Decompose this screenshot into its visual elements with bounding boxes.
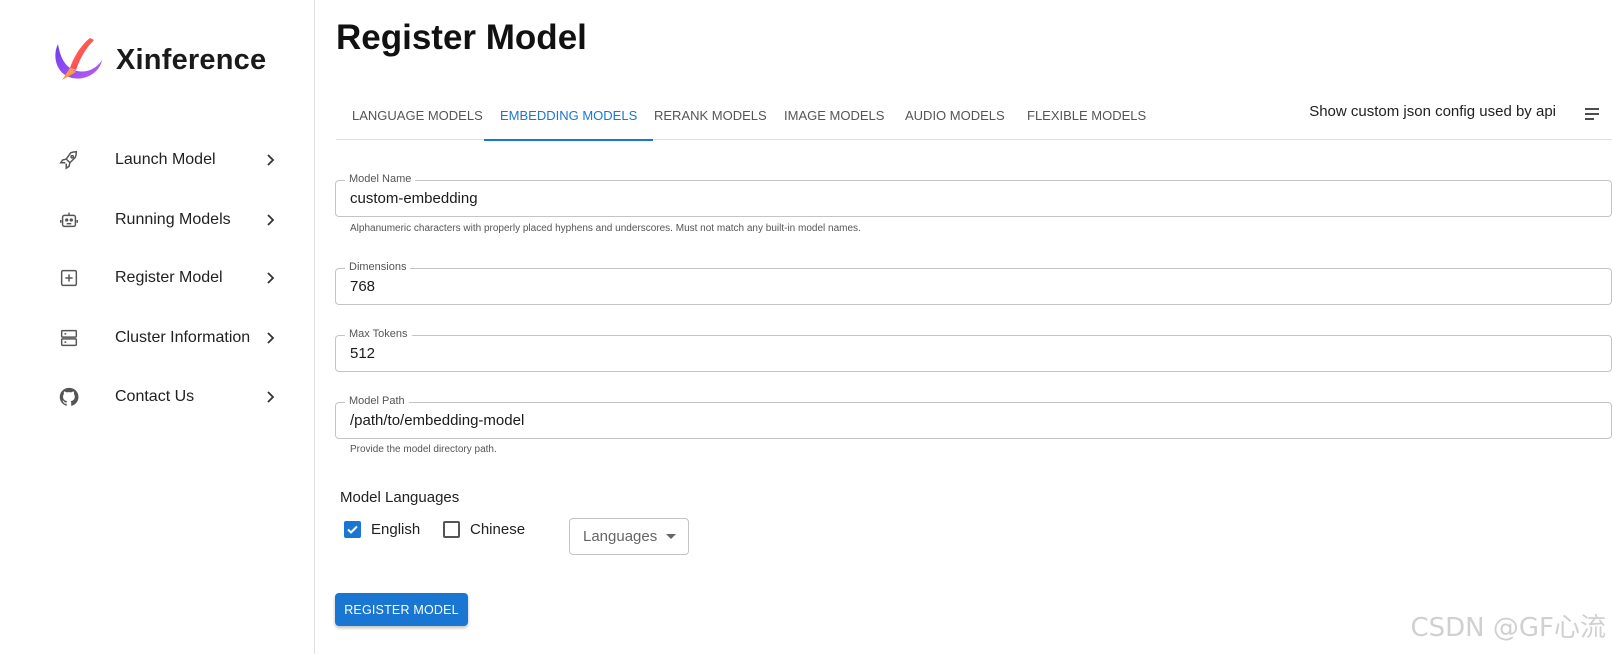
main-content: Register Model LANGUAGE MODELS EMBEDDING… [316,0,1614,654]
sidebar-item-label: Register Model [115,269,223,286]
sidebar: Xinference Launch Model Running Models R… [0,0,315,654]
chevron-right-icon [267,391,275,403]
sidebar-item-cluster-information[interactable]: Cluster Information [0,308,315,368]
checkbox-checked-icon[interactable] [344,521,361,538]
sidebar-item-running-models[interactable]: Running Models [0,190,315,250]
chevron-right-icon [267,272,275,284]
register-model-button[interactable]: REGISTER MODEL [335,593,468,626]
server-icon [60,329,78,347]
dimensions-field: Dimensions [335,261,1612,305]
chevron-right-icon [267,154,275,166]
model-path-field: Model Path [335,395,1612,439]
tab-flexible-models[interactable]: FLEXIBLE MODELS [1011,92,1162,140]
chevron-right-icon [267,332,275,344]
show-json-config-toggle[interactable]: Show custom json config used by api [1309,92,1556,140]
checkbox-unchecked-icon[interactable] [443,521,460,538]
sidebar-item-label: Running Models [115,211,231,228]
model-path-input[interactable] [350,403,1597,438]
languages-select[interactable]: Languages [569,518,689,555]
brand-name: Xinference [116,43,267,76]
model-languages-label: Model Languages [340,489,460,506]
sidebar-item-register-model[interactable]: Register Model [0,248,315,308]
page-title: Register Model [336,18,587,57]
xinference-logo-icon [55,38,102,80]
tab-audio-models[interactable]: AUDIO MODELS [889,92,1021,140]
tab-language-models[interactable]: LANGUAGE MODELS [336,92,499,140]
max-tokens-field: Max Tokens [335,328,1612,372]
tab-rerank-models[interactable]: RERANK MODELS [638,92,783,140]
sidebar-nav: Launch Model Running Models Register Mod… [0,130,315,406]
dimensions-input[interactable] [350,269,1597,304]
languages-select-placeholder: Languages [583,528,658,545]
checkbox-label: Chinese [470,521,526,538]
sidebar-item-label: Launch Model [115,151,216,168]
tab-image-models[interactable]: IMAGE MODELS [768,92,900,140]
caret-down-icon [666,534,676,539]
sidebar-item-launch-model[interactable]: Launch Model [0,130,315,190]
watermark: CSDN @GF心流 [1410,613,1607,643]
sidebar-item-label: Cluster Information [115,329,251,346]
model-name-field: Model Name [335,173,1612,217]
chevron-right-icon [267,214,275,226]
model-path-helper: Provide the model directory path. [350,444,497,455]
model-type-tabs: LANGUAGE MODELS EMBEDDING MODELS RERANK … [336,92,1612,141]
sidebar-item-contact-us[interactable]: Contact Us [0,367,315,427]
menu-icon[interactable] [1582,104,1602,124]
language-checkbox-chinese[interactable]: Chinese [443,521,525,538]
robot-icon [60,212,78,228]
model-name-helper: Alphanumeric characters with properly pl… [350,223,861,234]
github-icon [59,387,79,406]
brand[interactable]: Xinference [50,34,266,86]
rocket-icon [59,151,78,170]
max-tokens-input[interactable] [350,336,1597,371]
tab-embedding-models[interactable]: EMBEDDING MODELS [484,92,654,141]
checkbox-label: English [371,521,421,538]
sidebar-item-label: Contact Us [115,388,195,405]
add-box-icon [60,269,78,287]
model-name-input[interactable] [350,181,1597,216]
language-checkbox-english[interactable]: English [344,521,420,538]
